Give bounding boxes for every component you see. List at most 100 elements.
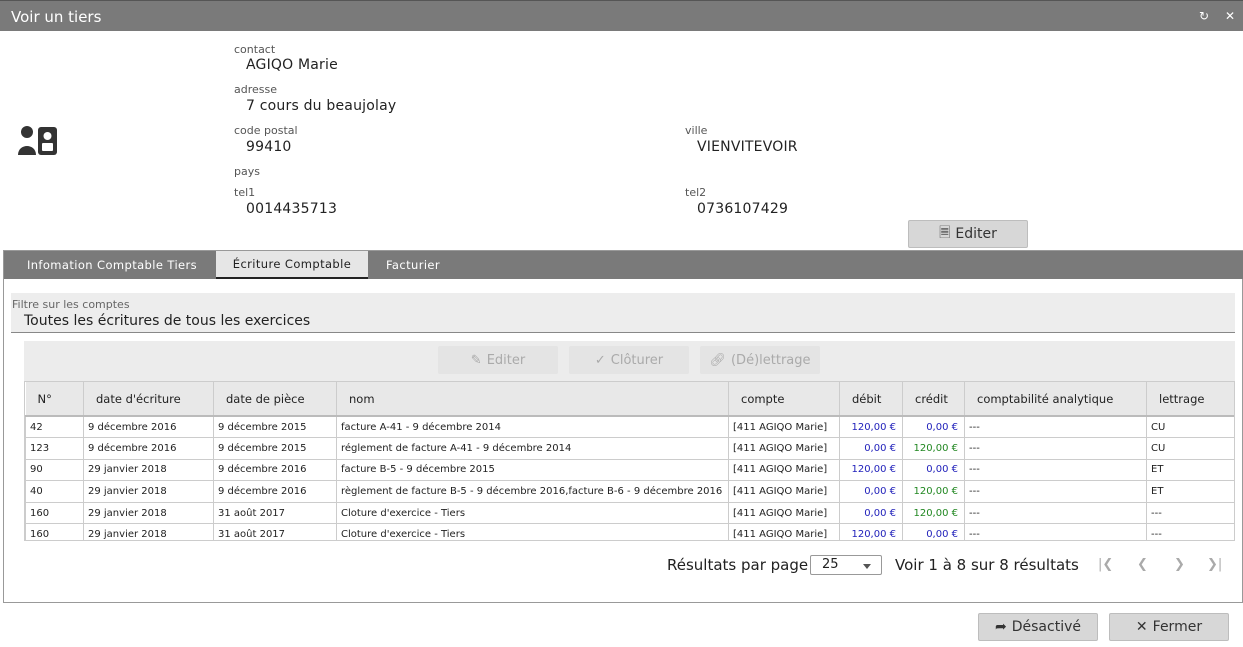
entries-toolbar: ✎ Editer ✓ Clôturer 🔗︎ (Dé)lettrage — [24, 341, 1235, 381]
column-header[interactable]: crédit — [902, 382, 965, 417]
refresh-icon[interactable]: ↻ — [1199, 9, 1209, 23]
cell-lettrage: ET — [1146, 480, 1234, 503]
cell-name: Cloture d'exercice - Tiers — [336, 523, 729, 540]
code-postal-value: 99410 — [246, 139, 292, 155]
column-header[interactable]: nom — [336, 382, 729, 417]
next-page-icon[interactable]: ❯ — [1174, 557, 1185, 572]
cell-number: 123 — [25, 437, 84, 460]
column-header[interactable]: date de pièce — [213, 382, 337, 417]
cell-piece-date: 9 décembre 2016 — [213, 458, 337, 482]
cell-name: réglement de facture A-41 - 9 décembre 2… — [336, 437, 729, 460]
contact-card-icon — [18, 126, 57, 155]
cell-credit: 0,00 € — [902, 458, 965, 482]
lettrage-label: (Dé)lettrage — [730, 352, 811, 368]
cell-number: 42 — [25, 415, 84, 439]
table-header-row: N° date d'écriture date de pièce nom com… — [25, 382, 1234, 417]
table-row[interactable]: 160 29 janvier 2018 31 août 2017 Cloture… — [25, 523, 1234, 540]
table-row[interactable]: 123 9 décembre 2016 9 décembre 2015 régl… — [25, 437, 1234, 460]
filter-value: Toutes les écritures de tous les exercic… — [24, 313, 311, 329]
tab-ecriture-comptable[interactable]: Écriture Comptable — [216, 251, 368, 279]
cell-entry-date: 29 janvier 2018 — [83, 458, 214, 482]
table-row[interactable]: 40 29 janvier 2018 9 décembre 2016 règle… — [25, 480, 1234, 503]
pencil-icon: ✎ — [470, 352, 482, 368]
contact-value: AGIQO Marie — [246, 57, 338, 73]
cell-entry-date: 29 janvier 2018 — [83, 523, 214, 540]
cell-account: [411 AGIQO Marie] — [728, 501, 840, 525]
tiers-dialog: Voir un tiers ↻ ✕ contact AGIQO Marie ad… — [0, 0, 1243, 647]
cell-entry-date: 29 janvier 2018 — [83, 501, 214, 525]
table-row[interactable]: 90 29 janvier 2018 9 décembre 2016 factu… — [25, 458, 1234, 482]
cell-name: facture A-41 - 9 décembre 2014 — [336, 415, 729, 439]
cell-number: 160 — [25, 501, 84, 525]
column-header[interactable]: compte — [728, 382, 840, 417]
close-x-icon: ✕ — [1135, 619, 1148, 635]
cell-piece-date: 9 décembre 2015 — [213, 415, 337, 439]
cell-entry-date: 29 janvier 2018 — [83, 480, 214, 503]
last-page-icon[interactable]: ❯| — [1207, 557, 1222, 572]
cell-account: [411 AGIQO Marie] — [728, 437, 840, 460]
cell-piece-date: 9 décembre 2016 — [213, 480, 337, 503]
column-header[interactable]: lettrage — [1146, 382, 1234, 417]
dialog-title: Voir un tiers — [11, 8, 102, 26]
cell-account: [411 AGIQO Marie] — [728, 415, 840, 439]
cell-name: facture B-5 - 9 décembre 2015 — [336, 458, 729, 482]
cell-credit: 120,00 € — [902, 437, 965, 460]
cell-account: [411 AGIQO Marie] — [728, 480, 840, 503]
cell-piece-date: 31 août 2017 — [213, 523, 337, 540]
edit-tiers-button[interactable]: 🗏 Editer — [908, 220, 1028, 248]
cell-entry-date: 9 décembre 2016 — [83, 437, 214, 460]
table-row[interactable]: 160 29 janvier 2018 31 août 2017 Cloture… — [25, 501, 1234, 525]
close-icon[interactable]: ✕ — [1225, 9, 1235, 23]
tabs-panel: Infomation Comptable Tiers Écriture Comp… — [3, 250, 1243, 603]
per-page-select[interactable]: 25 — [810, 555, 882, 575]
close-label: Fermer — [1152, 619, 1203, 635]
cell-debit: 0,00 € — [839, 437, 903, 460]
cell-analytic: --- — [964, 480, 1147, 503]
check-icon: ✓ — [594, 352, 606, 368]
adresse-label: adresse — [234, 83, 278, 96]
column-header[interactable]: comptabilité analytique — [964, 382, 1147, 417]
filter-label: Filtre sur les comptes — [12, 298, 130, 311]
deactivate-button[interactable]: ➦ Désactivé — [978, 613, 1098, 641]
cell-analytic: --- — [964, 415, 1147, 439]
cell-debit: 120,00 € — [839, 458, 903, 482]
account-filter-select[interactable]: Filtre sur les comptes Toutes les écritu… — [11, 293, 1235, 333]
column-header[interactable]: date d'écriture — [83, 382, 214, 417]
tel1-label: tel1 — [234, 186, 256, 199]
code-postal-label: code postal — [234, 124, 298, 137]
edit-entry-button[interactable]: ✎ Editer — [438, 346, 558, 374]
cell-account: [411 AGIQO Marie] — [728, 523, 840, 540]
tab-information-comptable[interactable]: Infomation Comptable Tiers — [10, 251, 214, 279]
close-entry-button[interactable]: ✓ Clôturer — [569, 346, 689, 374]
previous-page-icon[interactable]: ❮ — [1137, 557, 1148, 572]
cell-account: [411 AGIQO Marie] — [728, 458, 840, 482]
cell-credit: 0,00 € — [902, 415, 965, 439]
deactivate-label: Désactivé — [1011, 619, 1081, 635]
cell-piece-date: 31 août 2017 — [213, 501, 337, 525]
tab-facturier[interactable]: Facturier — [376, 251, 450, 279]
tab-label: Facturier — [385, 258, 441, 272]
cell-lettrage: --- — [1146, 501, 1234, 525]
column-header[interactable]: débit — [839, 382, 903, 417]
adresse-value: 7 cours du beaujolay — [246, 98, 397, 114]
cell-number: 90 — [25, 458, 84, 482]
tab-label: Infomation Comptable Tiers — [26, 258, 198, 272]
table-row[interactable]: 42 9 décembre 2016 9 décembre 2015 factu… — [25, 415, 1234, 439]
close-button[interactable]: ✕ Fermer — [1109, 613, 1229, 641]
cell-lettrage: ET — [1146, 458, 1234, 482]
cell-lettrage: CU — [1146, 415, 1234, 439]
link-icon: 🔗︎ — [709, 352, 726, 368]
document-icon: 🗏 — [939, 225, 951, 241]
contact-label: contact — [234, 43, 276, 56]
cell-credit: 0,00 € — [902, 523, 965, 540]
cell-analytic: --- — [964, 523, 1147, 540]
lettrage-button[interactable]: 🔗︎ (Dé)lettrage — [700, 346, 820, 374]
cell-entry-date: 9 décembre 2016 — [83, 415, 214, 439]
column-header[interactable]: N° — [25, 382, 84, 417]
first-page-icon[interactable]: |❮ — [1098, 557, 1113, 572]
tab-label: Écriture Comptable — [232, 257, 352, 271]
per-page-value: 25 — [822, 557, 839, 572]
cell-analytic: --- — [964, 437, 1147, 460]
cell-analytic: --- — [964, 501, 1147, 525]
caret-down-icon — [863, 564, 871, 569]
